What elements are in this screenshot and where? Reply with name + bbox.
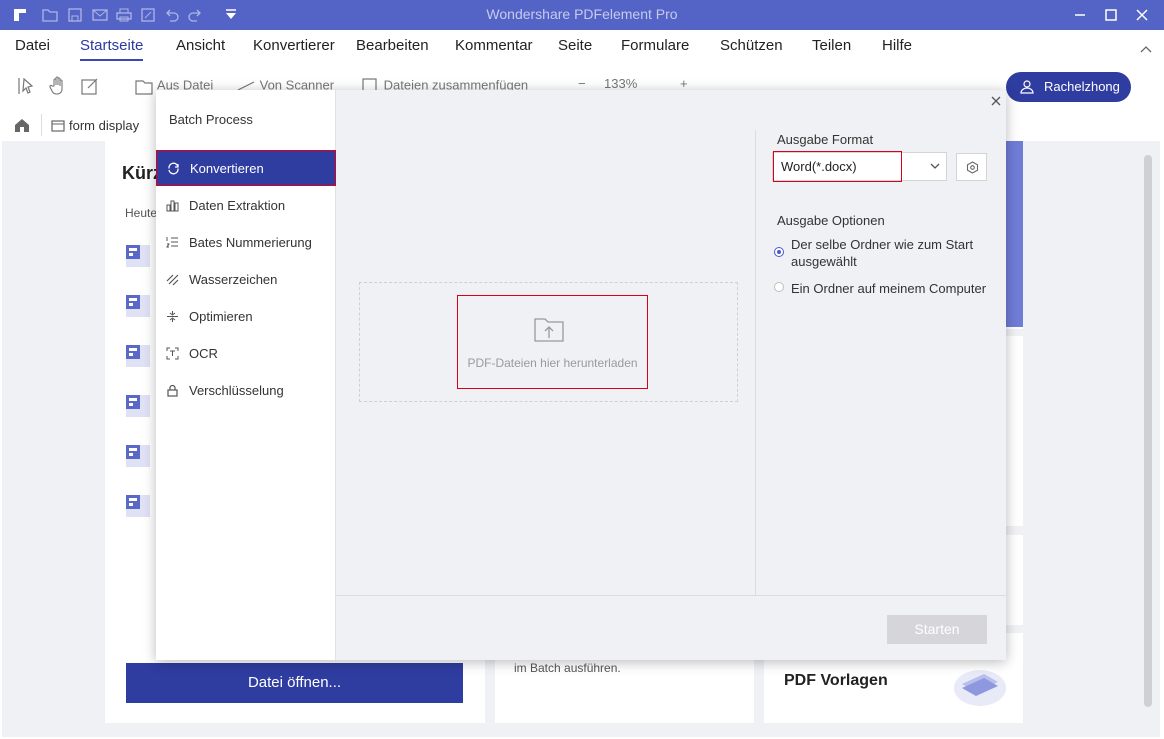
templates-illustration-icon: [954, 670, 1006, 706]
file-drop-target[interactable]: PDF-Dateien hier herunterladen: [457, 295, 648, 389]
output-settings-panel: [755, 130, 1006, 595]
title-bar: Wondershare PDFelement Pro: [0, 0, 1164, 30]
dialog-footer: Starten: [336, 595, 1006, 660]
nav-ocr[interactable]: OCR: [156, 336, 336, 371]
menu-seite[interactable]: Seite: [558, 37, 592, 54]
lock-icon: [167, 384, 178, 397]
dialog-title: Batch Process: [169, 112, 253, 127]
zoom-in-button[interactable]: +: [680, 76, 688, 91]
collapse-ribbon-icon[interactable]: [1140, 44, 1152, 54]
pdf-file-icon: [126, 395, 150, 417]
refresh-icon: [168, 162, 179, 175]
templates-label: PDF Vorlagen: [784, 672, 888, 689]
radio-computer-folder[interactable]: [774, 282, 784, 292]
nav-wasserzeichen[interactable]: Wasserzeichen: [156, 262, 336, 297]
select-tool-icon[interactable]: [16, 76, 36, 96]
tab-form-display[interactable]: form display: [69, 118, 139, 133]
menu-konvertierer[interactable]: Konvertierer: [253, 37, 338, 54]
batch-card-text: im Batch ausführen.: [514, 661, 621, 675]
nav-daten-extraktion[interactable]: Daten Extraktion: [156, 188, 336, 223]
nav-optimieren[interactable]: Optimieren: [156, 299, 336, 334]
menu-ansicht[interactable]: Ansicht: [176, 37, 225, 54]
pdf-file-icon: [126, 295, 150, 317]
output-format-label: Ausgabe Format: [777, 132, 874, 147]
menu-bar: Datei Startseite Ansicht Konvertierer Be…: [0, 30, 1164, 62]
output-format-value[interactable]: Word(*.docx): [773, 151, 902, 182]
add-file-icon: [135, 80, 153, 95]
home-icon[interactable]: [13, 116, 31, 134]
option-same-folder-line1: Der selbe Ordner wie zum Start: [791, 237, 974, 252]
zoom-out-button[interactable]: −: [578, 76, 586, 91]
chevron-down-icon[interactable]: [930, 162, 940, 170]
window-title: Wondershare PDFelement Pro: [486, 6, 678, 22]
zoom-value[interactable]: 133%: [604, 76, 637, 91]
form-doc-icon: [51, 120, 65, 132]
menu-teilen[interactable]: Teilen: [812, 37, 851, 54]
today-label: Heute: [125, 206, 158, 220]
nav-label: Daten Extraktion: [189, 198, 286, 213]
menu-kommentar[interactable]: Kommentar: [455, 37, 533, 54]
optimize-icon: [167, 311, 178, 322]
nav-label: Wasserzeichen: [189, 272, 278, 287]
list-number-icon: [166, 237, 178, 248]
nav-verschluesselung[interactable]: Verschlüsselung: [156, 373, 336, 408]
watermark-icon: [166, 274, 179, 286]
pdf-file-icon: [126, 345, 150, 367]
edit-tool-icon[interactable]: [80, 76, 100, 96]
output-options-label: Ausgabe Optionen: [777, 213, 885, 228]
radio-same-folder[interactable]: [774, 247, 784, 257]
chart-icon: [166, 200, 179, 212]
nav-label: Optimieren: [189, 309, 253, 324]
nav-label: Verschlüsselung: [189, 383, 284, 398]
menu-schuetzen[interactable]: Schützen: [720, 37, 783, 54]
close-icon[interactable]: [1133, 6, 1151, 24]
nav-bates-nummerierung[interactable]: Bates Nummerierung: [156, 225, 336, 260]
batch-main-area: PDF-Dateien hier herunterladen Ausgabe F…: [336, 90, 1006, 660]
maximize-icon[interactable]: [1102, 6, 1120, 24]
user-icon: [1020, 80, 1034, 94]
drop-hint-text: PDF-Dateien hier herunterladen: [467, 356, 638, 370]
user-account-button[interactable]: Rachelzhong: [1006, 72, 1131, 102]
minimize-icon[interactable]: [1071, 6, 1089, 24]
nav-konvertieren[interactable]: Konvertieren: [156, 150, 336, 186]
format-settings-button[interactable]: [956, 153, 987, 181]
batch-process-dialog: Batch Process Konvertieren Daten Extrakt…: [156, 90, 1006, 660]
upload-folder-icon: [534, 318, 564, 342]
open-file-button[interactable]: Datei öffnen...: [126, 663, 463, 703]
ocr-icon: [166, 347, 179, 360]
nav-label: Konvertieren: [190, 161, 264, 176]
divider: [41, 114, 42, 136]
start-button[interactable]: Starten: [887, 615, 987, 644]
batch-nav-panel: Batch Process Konvertieren Daten Extrakt…: [156, 90, 336, 660]
user-name: Rachelzhong: [1044, 79, 1120, 94]
menu-formulare[interactable]: Formulare: [621, 37, 689, 54]
pdf-file-icon: [126, 245, 150, 267]
pdf-file-icon: [126, 445, 150, 467]
scrollbar[interactable]: [1144, 155, 1152, 707]
option-computer-folder: Ein Ordner auf meinem Computer: [791, 281, 987, 296]
settings-icon: [966, 161, 979, 174]
menu-datei[interactable]: Datei: [15, 37, 50, 54]
nav-label: OCR: [189, 346, 218, 361]
menu-bearbeiten[interactable]: Bearbeiten: [356, 37, 429, 54]
nav-label: Bates Nummerierung: [189, 235, 312, 250]
dialog-close-icon[interactable]: [990, 95, 1002, 107]
menu-startseite[interactable]: Startseite: [80, 37, 144, 61]
pdf-file-icon: [126, 495, 150, 517]
menu-hilfe[interactable]: Hilfe: [882, 37, 912, 54]
option-same-folder-line2: ausgewählt: [791, 254, 857, 269]
hand-tool-icon[interactable]: [48, 76, 68, 96]
